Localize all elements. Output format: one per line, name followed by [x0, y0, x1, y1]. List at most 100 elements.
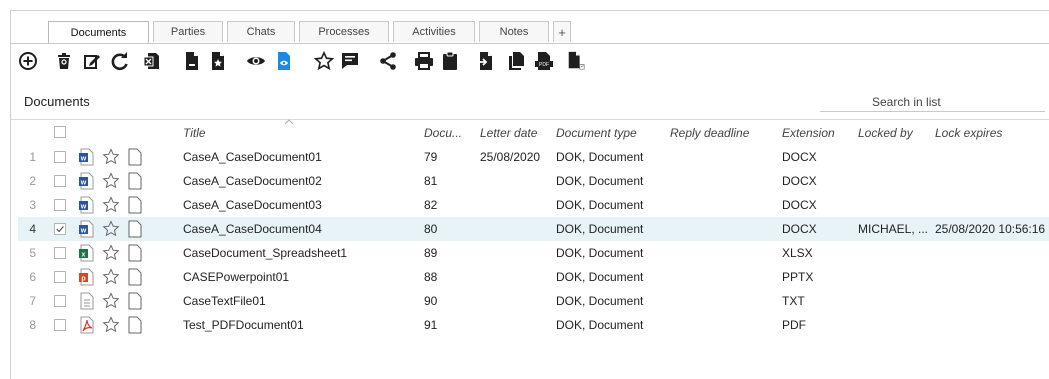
document-star-icon[interactable] — [207, 49, 229, 73]
tab-documents[interactable]: Documents — [48, 21, 149, 44]
table-row[interactable]: 6 p CASEPowerpoint01 88 DOK, Document PP… — [18, 265, 1049, 289]
tab-bar: Documents Parties Chats Processes Activi… — [48, 21, 571, 44]
comment-icon[interactable] — [339, 49, 361, 73]
share-icon[interactable] — [377, 49, 399, 73]
cell-locked-by — [858, 313, 932, 337]
cell-letter-date — [480, 265, 550, 289]
favorite-star-icon[interactable] — [102, 220, 120, 238]
clipboard-icon[interactable] — [439, 49, 461, 73]
cell-document-type: DOK, Document — [556, 174, 644, 188]
table-row[interactable]: 1 w CaseA_CaseDocument01 79 25/08/2020 D… — [18, 145, 1049, 169]
favorite-star-icon[interactable] — [102, 292, 120, 310]
copy-icon[interactable] — [505, 49, 527, 73]
excel-export-icon[interactable] — [141, 49, 163, 73]
page-icon — [128, 220, 144, 238]
favorite-star-icon[interactable] — [313, 49, 335, 73]
page-icon — [128, 292, 144, 310]
cell-title[interactable]: Test_PDFDocument01 — [183, 313, 413, 337]
row-checkbox[interactable] — [54, 295, 66, 307]
cell-lock-expires: 25/08/2020 10:56:16 — [935, 222, 1046, 236]
column-locked-by[interactable]: Locked by — [858, 121, 913, 145]
cell-reply-deadline — [670, 241, 770, 265]
favorite-star-icon[interactable] — [102, 268, 120, 286]
row-checkbox[interactable] — [54, 223, 66, 235]
column-title[interactable]: Title — [183, 121, 206, 145]
table-row[interactable]: 4 w CaseA_CaseDocument04 80 DOK, Documen… — [18, 217, 1049, 241]
table-row[interactable]: 8 Test_PDFDocument01 91 DOK, Document PD… — [18, 313, 1049, 337]
favorite-star-icon[interactable] — [102, 316, 120, 334]
search-input[interactable] — [820, 92, 1045, 112]
tab-parties[interactable]: Parties — [153, 21, 223, 42]
add-tab-button[interactable]: + — [553, 21, 571, 42]
cell-title[interactable]: CaseDocument_Spreadsheet1 — [183, 241, 413, 265]
cell-document-number: 91 — [424, 318, 438, 332]
column-document-number[interactable]: Docu... — [424, 121, 462, 145]
table-row[interactable]: 5 x CaseDocument_Spreadsheet1 89 DOK, Do… — [18, 241, 1049, 265]
cell-locked-by — [858, 193, 932, 217]
column-document-type[interactable]: Document type — [556, 121, 637, 145]
row-number: 5 — [29, 246, 36, 260]
pdf-icon[interactable]: PDF — [533, 49, 555, 73]
cell-title[interactable]: CaseA_CaseDocument04 — [183, 217, 413, 241]
view-icon[interactable] — [245, 49, 267, 73]
cell-lock-expires — [935, 241, 1049, 265]
cell-reply-deadline — [670, 289, 770, 313]
table-row[interactable]: 2 w CaseA_CaseDocument02 81 DOK, Documen… — [18, 169, 1049, 193]
svg-text:w: w — [80, 204, 87, 211]
select-all-checkbox[interactable] — [54, 126, 66, 138]
document-icon[interactable] — [181, 49, 203, 73]
favorite-star-icon[interactable] — [102, 172, 120, 190]
print-icon[interactable] — [413, 49, 435, 73]
row-checkbox[interactable] — [54, 319, 66, 331]
tab-activities[interactable]: Activities — [393, 21, 475, 42]
tab-chats[interactable]: Chats — [227, 21, 295, 42]
add-icon[interactable] — [17, 49, 39, 73]
cell-document-number: 81 — [424, 174, 438, 188]
page-icon — [128, 148, 144, 166]
word-file-icon: w — [78, 172, 94, 190]
row-number: 1 — [29, 150, 36, 164]
table-row[interactable]: 3 w CaseA_CaseDocument03 82 DOK, Documen… — [18, 193, 1049, 217]
row-number: 8 — [29, 318, 36, 332]
word-file-icon: w — [78, 148, 94, 166]
delete-icon[interactable] — [53, 49, 75, 73]
column-extension[interactable]: Extension — [782, 121, 835, 145]
tab-divider — [10, 43, 1049, 44]
favorite-star-icon[interactable] — [102, 244, 120, 262]
sort-ascending-icon — [285, 119, 293, 125]
cell-extension: DOCX — [782, 150, 817, 164]
row-checkbox[interactable] — [54, 175, 66, 187]
column-reply-deadline[interactable]: Reply deadline — [670, 121, 749, 145]
document-undo-icon[interactable] — [565, 49, 587, 73]
tab-notes[interactable]: Notes — [479, 21, 549, 42]
cell-document-type: DOK, Document — [556, 270, 644, 284]
table-row[interactable]: 7 CaseTextFile01 90 DOK, Document TXT — [18, 289, 1049, 313]
refresh-icon[interactable] — [109, 49, 131, 73]
page-icon — [128, 244, 144, 262]
cell-document-number: 82 — [424, 198, 438, 212]
cell-extension: PDF — [782, 318, 806, 332]
preview-icon[interactable] — [273, 49, 295, 73]
word-file-icon: w — [78, 220, 94, 238]
column-lock-expires[interactable]: Lock expires — [935, 121, 1002, 145]
tab-processes[interactable]: Processes — [299, 21, 389, 42]
cell-title[interactable]: CaseA_CaseDocument03 — [183, 193, 413, 217]
cell-title[interactable]: CaseA_CaseDocument01 — [183, 145, 413, 169]
cell-reply-deadline — [670, 217, 770, 241]
row-checkbox[interactable] — [54, 199, 66, 211]
cell-reply-deadline — [670, 145, 770, 169]
cell-title[interactable]: CaseA_CaseDocument02 — [183, 169, 413, 193]
row-checkbox[interactable] — [54, 151, 66, 163]
cell-lock-expires — [935, 169, 1049, 193]
column-letter-date[interactable]: Letter date — [480, 121, 537, 145]
favorite-star-icon[interactable] — [102, 196, 120, 214]
cell-lock-expires — [935, 193, 1049, 217]
row-checkbox[interactable] — [54, 271, 66, 283]
cell-title[interactable]: CaseTextFile01 — [183, 289, 413, 313]
edit-icon[interactable] — [81, 49, 103, 73]
document-arrow-icon[interactable] — [475, 49, 497, 73]
favorite-star-icon[interactable] — [102, 148, 120, 166]
row-checkbox[interactable] — [54, 247, 66, 259]
cell-title[interactable]: CASEPowerpoint01 — [183, 265, 413, 289]
cell-document-type: DOK, Document — [556, 246, 644, 260]
